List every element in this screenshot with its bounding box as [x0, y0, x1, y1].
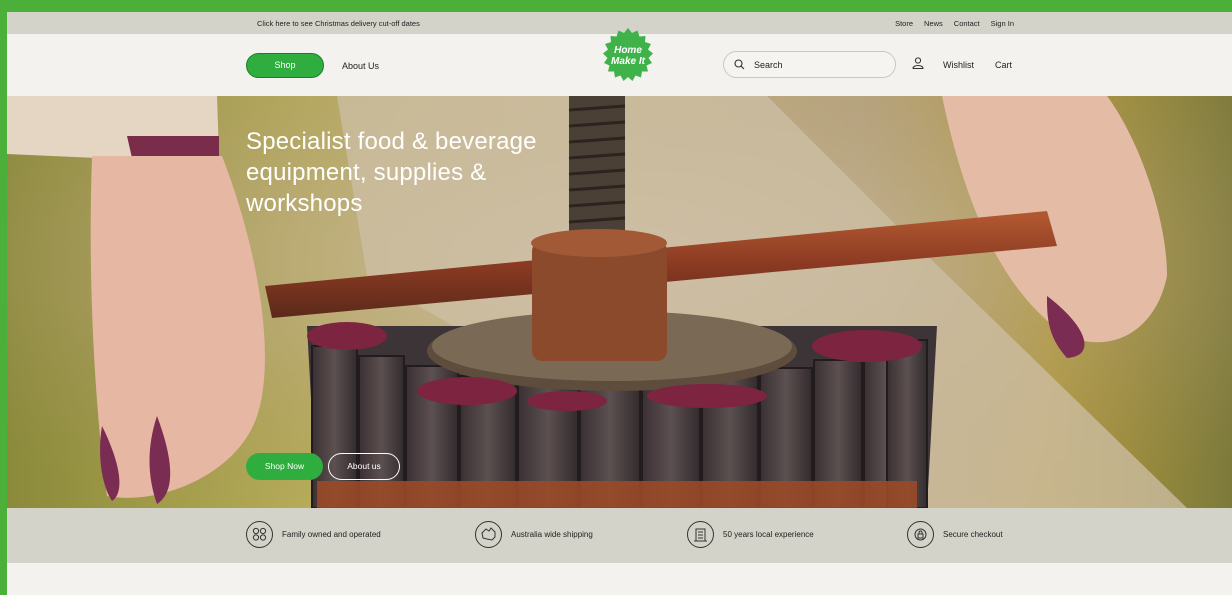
- feature-label: Australia wide shipping: [511, 530, 593, 539]
- australia-map-icon: [475, 521, 502, 548]
- feature-label: 50 years local experience: [723, 530, 814, 539]
- about-us-button[interactable]: About us: [328, 453, 400, 480]
- wishlist-link[interactable]: Wishlist: [943, 60, 974, 70]
- hero-banner: Specialist food & beverage equipment, su…: [7, 96, 1232, 508]
- account-icon[interactable]: [912, 57, 924, 69]
- building-icon: [687, 521, 714, 548]
- contact-link[interactable]: Contact: [954, 19, 980, 28]
- search-placeholder: Search: [754, 60, 783, 70]
- sign-in-link[interactable]: Sign In: [991, 19, 1014, 28]
- family-icon: [246, 521, 273, 548]
- feature-experience: 50 years local experience: [687, 521, 814, 548]
- home-make-it-logo[interactable]: Home Make It: [599, 27, 657, 85]
- hero-title: Specialist food & beverage equipment, su…: [246, 128, 537, 217]
- page-frame: Click here to see Christmas delivery cut…: [7, 12, 1232, 595]
- feature-secure: Secure checkout: [907, 521, 1003, 548]
- feature-label: Secure checkout: [943, 530, 1003, 539]
- utility-nav: Store News Contact Sign In: [895, 19, 1014, 28]
- search-input[interactable]: Search: [723, 51, 896, 78]
- about-us-link[interactable]: About Us: [342, 61, 379, 71]
- logo-line-2: Make It: [611, 56, 646, 67]
- feature-label: Family owned and operated: [282, 530, 381, 539]
- store-link[interactable]: Store: [895, 19, 913, 28]
- search-icon: [734, 59, 745, 70]
- features-bar: Family owned and operated Australia wide…: [7, 508, 1232, 563]
- news-link[interactable]: News: [924, 19, 943, 28]
- hero-image-wine-press: [7, 96, 1232, 508]
- feature-shipping: Australia wide shipping: [475, 521, 593, 548]
- main-header: Shop About Us Home Make It Search Wishli…: [7, 28, 1232, 96]
- logo-line-1: Home: [614, 45, 642, 56]
- lock-icon: [907, 521, 934, 548]
- feature-family: Family owned and operated: [246, 521, 381, 548]
- shop-button[interactable]: Shop: [246, 53, 324, 78]
- christmas-delivery-link[interactable]: Click here to see Christmas delivery cut…: [257, 19, 420, 28]
- cart-link[interactable]: Cart: [995, 60, 1012, 70]
- shop-now-button[interactable]: Shop Now: [246, 453, 323, 480]
